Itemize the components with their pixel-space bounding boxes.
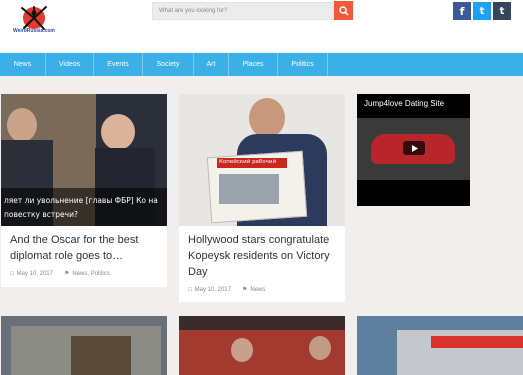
tumblr-icon[interactable]: t (493, 2, 511, 20)
newspaper-text: Копейский рабочий (219, 159, 277, 165)
article-tags: News, Politics (72, 270, 110, 277)
ad-widget[interactable]: Jump4love Dating Site (357, 94, 470, 206)
ad-title[interactable]: Jump4love Dating Site (364, 99, 444, 108)
twitter-icon[interactable]: t (473, 2, 491, 20)
article-meta: □ May 10, 2017 ⚑ News, Politics (10, 270, 110, 278)
play-icon (411, 144, 418, 152)
article-card[interactable] (357, 316, 523, 375)
article-title[interactable]: Hollywood stars congratulate Kopeysk res… (188, 232, 338, 280)
search-button[interactable] (334, 1, 353, 20)
tag-icon: ⚑ (63, 271, 70, 277)
article-image[interactable]: ляет ли увольнение [главы ФБР] Ко на пов… (1, 94, 167, 226)
article-card[interactable] (179, 316, 345, 375)
calendar-icon: □ (188, 286, 192, 293)
facebook-icon[interactable]: f (453, 2, 471, 20)
nav-item-society[interactable]: Society (143, 53, 194, 76)
search-input[interactable]: What are you looking for? (152, 2, 334, 20)
nav-item-politics[interactable]: Politics (278, 53, 328, 76)
article-tags: News (250, 286, 266, 293)
logo-text: WeirdRussia.com (13, 28, 55, 34)
tag-icon: ⚑ (241, 287, 248, 293)
image-caption: ляет ли увольнение [главы ФБР] Ко на пов… (4, 196, 158, 219)
article-card[interactable]: ляет ли увольнение [главы ФБР] Ко на пов… (1, 94, 167, 287)
nav-item-news[interactable]: News (0, 53, 46, 76)
article-date: May 10, 2017 (194, 286, 231, 293)
article-meta: □ May 10, 2017 ⚑ News (188, 286, 266, 294)
play-button[interactable] (403, 141, 425, 155)
site-header: WeirdRussia.com What are you looking for… (0, 0, 523, 52)
article-image[interactable]: Копейский рабочий (179, 94, 345, 226)
search-icon (338, 5, 349, 16)
article-card[interactable] (1, 316, 167, 375)
nav-item-events[interactable]: Events (94, 53, 143, 76)
article-card[interactable]: Копейский рабочий Hollywood stars congra… (179, 94, 345, 302)
article-title[interactable]: And the Oscar for the best diplomat role… (10, 232, 160, 264)
nav-item-places[interactable]: Places (229, 53, 278, 76)
nav-item-art[interactable]: Art (194, 53, 229, 76)
nav-item-videos[interactable]: Videos (46, 53, 94, 76)
calendar-icon: □ (10, 270, 14, 277)
main-nav: News Videos Events Society Art Places Po… (0, 53, 523, 76)
ad-video[interactable] (357, 118, 470, 180)
article-date: May 10, 2017 (16, 270, 53, 277)
